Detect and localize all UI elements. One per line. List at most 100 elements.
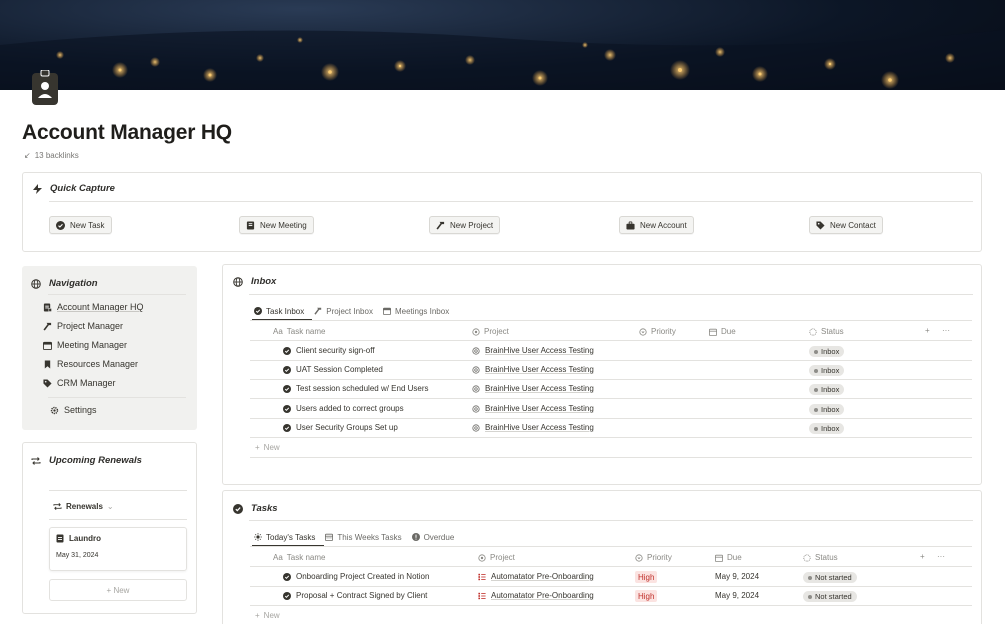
text-type-icon: Aa xyxy=(273,553,283,562)
more-options-button[interactable]: ··· xyxy=(942,326,950,335)
status-badge[interactable]: Inbox xyxy=(809,404,845,415)
column-header-priority[interactable]: Priority xyxy=(635,553,672,562)
column-header-status[interactable]: Status xyxy=(803,553,838,562)
due-date: May 9, 2024 xyxy=(715,572,760,581)
nav-item-settings[interactable]: Settings xyxy=(50,405,97,415)
nav-item-resources-manager[interactable]: Resources Manager xyxy=(43,359,138,369)
add-property-button[interactable]: + xyxy=(920,552,925,561)
project-cell[interactable]: BrainHive User Access Testing xyxy=(472,384,594,393)
project-cell[interactable]: BrainHive User Access Testing xyxy=(472,346,594,355)
column-header-status[interactable]: Status xyxy=(809,327,844,336)
new-meeting-button[interactable]: New Meeting xyxy=(239,216,314,234)
tab-overdue[interactable]: Overdue xyxy=(411,529,454,545)
priority-badge[interactable]: High xyxy=(635,571,658,583)
divider xyxy=(249,520,973,521)
due-date-cell[interactable]: May 9, 2024 xyxy=(715,572,759,581)
tasks-header: Tasks xyxy=(233,503,278,514)
column-label: Status xyxy=(815,553,838,562)
quick-capture-callout: Quick Capture New Task New Meeting New P… xyxy=(22,172,982,252)
bookmark-icon xyxy=(44,359,51,369)
priority-badge[interactable]: High xyxy=(635,590,658,602)
nav-item-crm-manager[interactable]: CRM Manager xyxy=(43,378,116,388)
status-badge[interactable]: Inbox xyxy=(809,423,845,434)
column-header-project[interactable]: Project xyxy=(478,553,515,562)
column-header-priority[interactable]: Priority xyxy=(639,327,676,336)
task-name: Onboarding Project Created in Notion xyxy=(296,572,430,581)
nav-item-project-manager[interactable]: Project Manager xyxy=(43,321,123,331)
quick-capture-title: Quick Capture xyxy=(50,183,115,194)
task-name-cell[interactable]: UAT Session Completed xyxy=(283,365,383,374)
column-header-task-name[interactable]: Aa Task name xyxy=(273,327,325,336)
status-dot xyxy=(814,387,818,392)
id-badge-icon[interactable] xyxy=(31,69,59,106)
inbox-new-row-button[interactable]: + New xyxy=(255,443,280,452)
notebook-icon xyxy=(246,220,255,230)
status-label: Not started xyxy=(815,573,852,582)
status-badge[interactable]: Inbox xyxy=(809,384,845,395)
add-property-button[interactable]: + xyxy=(925,326,930,335)
calendar-icon xyxy=(382,307,391,315)
tab-this-weeks-tasks[interactable]: This Weeks Tasks xyxy=(325,529,402,545)
status-badge[interactable]: Inbox xyxy=(809,365,845,376)
task-name-cell[interactable]: User Security Groups Set up xyxy=(283,423,398,432)
status-badge[interactable]: Inbox xyxy=(809,346,845,357)
divider xyxy=(250,605,972,606)
relation-icon xyxy=(478,553,486,562)
new-contact-button[interactable]: New Contact xyxy=(809,216,883,234)
renewals-view-label: Renewals xyxy=(66,502,103,511)
new-account-button[interactable]: New Account xyxy=(619,216,694,234)
status-icon xyxy=(803,553,811,562)
column-header-project[interactable]: Project xyxy=(472,327,509,336)
tasks-new-row-button[interactable]: + New xyxy=(255,611,280,620)
tab-meetings-inbox[interactable]: Meetings Inbox xyxy=(382,303,450,319)
task-name-cell[interactable]: Onboarding Project Created in Notion xyxy=(283,572,429,581)
task-name: Users added to correct groups xyxy=(296,404,404,413)
tab-label: Meetings Inbox xyxy=(394,306,450,316)
task-name-cell[interactable]: Client security sign-off xyxy=(283,346,375,355)
checklist-icon xyxy=(478,573,486,580)
sun-icon xyxy=(254,533,262,541)
renewals-view-tab[interactable]: Renewals ⌄ xyxy=(53,502,114,511)
nav-label: Project Manager xyxy=(57,321,124,331)
column-header-due[interactable]: Due xyxy=(715,553,742,562)
status-badge[interactable]: Not started xyxy=(803,572,857,583)
renewal-card[interactable]: Laundro May 31, 2024 xyxy=(49,527,187,571)
project-cell[interactable]: Automatator Pre-Onboarding xyxy=(478,572,594,581)
project-cell[interactable]: Automatator Pre-Onboarding xyxy=(478,591,594,600)
select-icon xyxy=(639,327,647,336)
tab-label: This Weeks Tasks xyxy=(337,532,402,542)
tab-project-inbox[interactable]: Project Inbox xyxy=(314,303,373,319)
tab-task-inbox[interactable]: Task Inbox xyxy=(254,303,304,319)
renewals-new-label: + New xyxy=(106,585,130,595)
document-icon xyxy=(56,534,64,543)
calendar-week-icon xyxy=(325,533,334,541)
column-label: Priority xyxy=(647,553,672,562)
nav-item-meeting-manager[interactable]: Meeting Manager xyxy=(43,340,127,350)
project-name: BrainHive User Access Testing xyxy=(485,384,594,393)
divider xyxy=(250,437,972,438)
backlinks-link[interactable]: ↙ 13 backlinks xyxy=(24,151,79,160)
more-options-button[interactable]: ··· xyxy=(937,552,945,561)
project-cell[interactable]: BrainHive User Access Testing xyxy=(472,423,594,432)
column-label: Task name xyxy=(286,327,326,336)
due-date-cell[interactable]: May 9, 2024 xyxy=(715,591,759,600)
project-cell[interactable]: BrainHive User Access Testing xyxy=(472,365,594,374)
column-header-task-name[interactable]: Aa Task name xyxy=(273,553,325,562)
renewals-new-button[interactable]: + New xyxy=(49,579,187,601)
new-project-button[interactable]: New Project xyxy=(429,216,501,234)
divider xyxy=(250,340,972,341)
nav-item-account-manager-hq[interactable]: Account Manager HQ xyxy=(43,302,144,312)
tasks-callout: Tasks xyxy=(222,490,982,624)
nav-label: CRM Manager xyxy=(57,378,116,388)
target-icon xyxy=(472,404,480,413)
inbox-tabs: Task Inbox Project Inbox Meetings Inbox xyxy=(254,303,459,319)
task-name-cell[interactable]: Users added to correct groups xyxy=(283,404,404,413)
column-header-due[interactable]: Due xyxy=(709,327,736,336)
new-task-button[interactable]: New Task xyxy=(49,216,112,234)
status-badge[interactable]: Not started xyxy=(803,591,857,602)
project-cell[interactable]: BrainHive User Access Testing xyxy=(472,404,594,413)
task-name-cell[interactable]: Test session scheduled w/ End Users xyxy=(283,384,429,393)
chevron-down-icon: ⌄ xyxy=(106,502,114,511)
task-name-cell[interactable]: Proposal + Contract Signed by Client xyxy=(283,591,427,600)
tab-todays-tasks[interactable]: Today's Tasks xyxy=(254,529,315,545)
